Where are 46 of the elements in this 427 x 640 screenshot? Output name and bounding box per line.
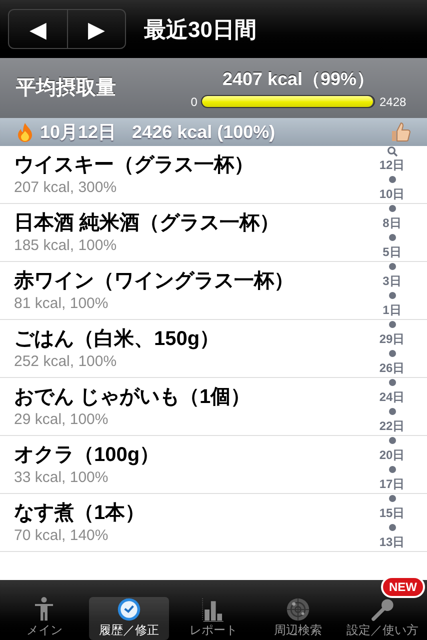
entry-name: 日本酒 純米酒（グラス一杯）: [14, 210, 281, 236]
entry-detail: 29 kcal, 100%: [14, 410, 110, 430]
back-button[interactable]: ◀: [9, 10, 68, 48]
entry-detail: 185 kcal, 100%: [14, 236, 118, 256]
entry-detail: 252 kcal, 100%: [14, 352, 118, 372]
tab[interactable]: 設定／使い方: [342, 597, 423, 640]
index-item[interactable]: 12日: [379, 157, 405, 173]
entry-detail: 70 kcal, 140%: [14, 526, 110, 546]
index-item[interactable]: 15日: [379, 505, 405, 521]
index-item[interactable]: 17日: [379, 476, 405, 492]
nav-title: 最近30日間: [144, 16, 256, 44]
entry-name: オクラ（100g）: [14, 442, 161, 468]
tab[interactable]: レポート: [173, 597, 254, 640]
entry-name: ごはん（白米、150g）: [14, 326, 221, 352]
index-item[interactable]: 13日: [379, 534, 405, 550]
tab[interactable]: メイン: [4, 597, 85, 640]
section-date: 10月12日: [40, 120, 116, 144]
search-icon[interactable]: [386, 146, 398, 157]
average-label: 平均摂取量: [16, 76, 117, 101]
forward-button[interactable]: ▶: [68, 10, 125, 48]
entry-name: ウイスキー（グラス一杯）: [14, 152, 255, 178]
index-item[interactable]: 3日: [382, 273, 402, 289]
scale-min: 0: [190, 94, 198, 110]
flame-icon: [16, 122, 34, 142]
scale-max: 2428: [379, 94, 406, 110]
entry-detail: 33 kcal, 100%: [14, 468, 110, 488]
index-item[interactable]: 8日: [382, 215, 402, 231]
tab[interactable]: 周辺検索: [258, 597, 338, 640]
index-item[interactable]: 5日: [382, 244, 402, 260]
entry-name: おでん じゃがいも（1個）: [14, 384, 252, 410]
index-item[interactable]: 20日: [379, 447, 405, 463]
entry-name: 赤ワイン（ワイングラス一杯）: [14, 268, 295, 294]
entry-name: なす煮（1本）: [14, 500, 146, 526]
thumbs-up-icon: [389, 121, 411, 143]
entry-detail: 207 kcal, 300%: [14, 178, 118, 198]
index-item[interactable]: 26日: [379, 360, 405, 376]
index-item[interactable]: 24日: [379, 389, 405, 405]
index-item[interactable]: 10日: [379, 186, 405, 202]
average-value: 2407 kcal（99%）: [222, 68, 375, 90]
index-item[interactable]: 1日: [382, 302, 402, 318]
section-total: 2426 kcal (100%): [132, 120, 276, 144]
new-badge: NEW: [381, 576, 425, 598]
index-item[interactable]: 29日: [379, 331, 405, 347]
entry-detail: 81 kcal, 100%: [14, 294, 110, 314]
index-item[interactable]: 22日: [379, 418, 405, 434]
tab[interactable]: 履歴／修正: [88, 597, 170, 640]
